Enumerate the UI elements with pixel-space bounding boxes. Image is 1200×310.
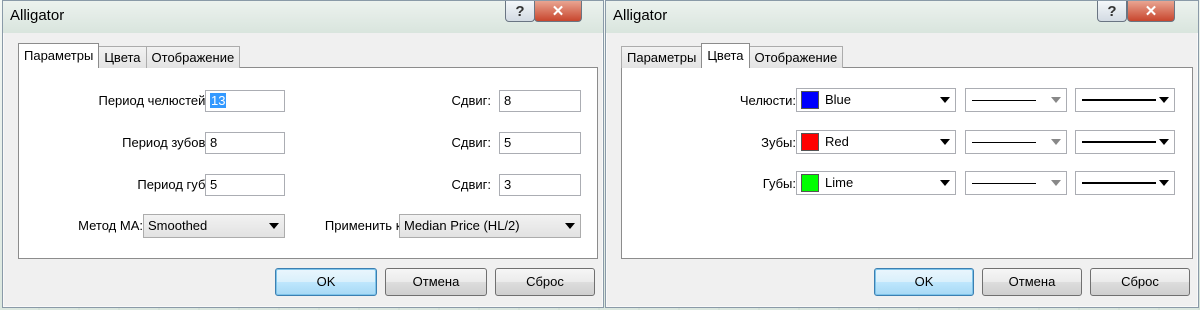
chevron-down-icon — [1159, 180, 1169, 186]
teeth-shift-label: Сдвиг: — [451, 135, 492, 150]
dialog-title: Alligator — [10, 7, 65, 24]
line-width-preview — [1082, 141, 1156, 143]
tab-strip: Параметры Цвета Отображение — [621, 43, 844, 68]
chevron-down-icon — [1159, 97, 1169, 103]
lips-color-select[interactable]: Lime — [796, 171, 956, 195]
teeth-color-select[interactable]: Red — [796, 130, 956, 154]
teeth-period-label: Период зубов: — [122, 135, 209, 150]
teeth-shift-input[interactable]: 5 — [499, 132, 581, 154]
cancel-button[interactable]: Отмена — [385, 268, 487, 296]
close-icon[interactable]: ✕ — [534, 1, 582, 22]
lips-color-value: Lime — [825, 175, 854, 190]
line-style-preview — [972, 100, 1036, 101]
lips-style-select[interactable] — [965, 171, 1067, 195]
lips-shift-label: Сдвиг: — [451, 177, 492, 192]
alligator-dialog-parameters: Alligator ? ✕ Параметры Цвета Отображени… — [2, 0, 604, 308]
tab-strip: Параметры Цвета Отображение — [18, 43, 241, 68]
jaws-width-select[interactable] — [1075, 88, 1175, 112]
chevron-down-icon — [940, 97, 950, 103]
help-icon[interactable]: ? — [1097, 1, 1127, 22]
tab-display[interactable]: Отображение — [145, 46, 241, 68]
teeth-style-select[interactable] — [965, 130, 1067, 154]
tab-display[interactable]: Отображение — [748, 46, 844, 68]
reset-button[interactable]: Сброс — [1090, 268, 1190, 296]
reset-button[interactable]: Сброс — [495, 268, 595, 296]
teeth-period-input[interactable]: 8 — [205, 132, 285, 154]
chevron-down-icon — [269, 223, 279, 229]
teeth-color-label: Зубы: — [761, 135, 796, 150]
lips-period-input[interactable]: 5 — [205, 174, 285, 196]
jaws-color-label: Челюсти: — [739, 93, 796, 108]
color-swatch — [801, 90, 819, 109]
jaws-style-select[interactable] — [965, 88, 1067, 112]
tab-parameters[interactable]: Параметры — [18, 43, 100, 68]
ma-method-label: Метод МА: — [78, 218, 143, 233]
chevron-down-icon — [1051, 97, 1061, 103]
jaws-color-select[interactable]: Blue — [796, 88, 956, 112]
tab-parameters[interactable]: Параметры — [621, 46, 703, 68]
line-style-preview — [972, 183, 1036, 184]
chevron-down-icon — [940, 180, 950, 186]
lips-shift-input[interactable]: 3 — [499, 174, 581, 196]
jaws-color-value: Blue — [825, 92, 852, 107]
help-icon[interactable]: ? — [505, 1, 535, 22]
line-style-preview — [972, 142, 1036, 143]
close-icon[interactable]: ✕ — [1127, 1, 1175, 22]
dialog-title: Alligator — [613, 7, 668, 24]
apply-to-select[interactable]: Median Price (HL/2) — [399, 214, 581, 238]
teeth-color-value: Red — [825, 134, 849, 149]
chevron-down-icon — [1051, 139, 1061, 145]
ok-button[interactable]: OK — [874, 268, 974, 296]
ma-method-value: Smoothed — [148, 218, 208, 233]
line-width-preview — [1082, 99, 1156, 101]
cancel-button[interactable]: Отмена — [982, 268, 1082, 296]
ok-button[interactable]: OK — [275, 268, 377, 296]
color-swatch — [801, 132, 819, 151]
colors-panel: Челюсти: Blue Зубы: Red Губы: Lime — [621, 67, 1193, 259]
color-swatch — [801, 173, 819, 192]
chevron-down-icon — [1159, 139, 1169, 145]
chevron-down-icon — [565, 223, 575, 229]
lips-width-select[interactable] — [1075, 171, 1175, 195]
lips-period-label: Период губ: — [137, 177, 209, 192]
title-bar: Alligator ? ✕ — [3, 1, 603, 33]
ma-method-select[interactable]: Smoothed — [143, 214, 285, 238]
tab-colors[interactable]: Цвета — [701, 43, 750, 68]
parameters-panel: Период челюстей: 13 Сдвиг: 8 Период зубо… — [18, 67, 598, 259]
dialog-client: Параметры Цвета Отображение Период челюс… — [10, 33, 598, 301]
dialog-client: Параметры Цвета Отображение Челюсти: Blu… — [613, 33, 1193, 301]
tab-colors[interactable]: Цвета — [98, 46, 147, 68]
jaw-period-input[interactable]: 13 — [205, 90, 285, 112]
lips-color-label: Губы: — [762, 176, 796, 191]
jaw-shift-label: Сдвиг: — [451, 93, 492, 108]
teeth-width-select[interactable] — [1075, 130, 1175, 154]
alligator-dialog-colors: Alligator ? ✕ Параметры Цвета Отображени… — [605, 0, 1199, 308]
jaw-period-label: Период челюстей: — [98, 93, 209, 108]
apply-to-value: Median Price (HL/2) — [404, 218, 520, 233]
chevron-down-icon — [940, 139, 950, 145]
chevron-down-icon — [1051, 180, 1061, 186]
jaw-shift-input[interactable]: 8 — [499, 90, 581, 112]
apply-to-label: Применить к: — [324, 218, 405, 233]
title-bar: Alligator ? ✕ — [606, 1, 1198, 33]
line-width-preview — [1082, 182, 1156, 184]
